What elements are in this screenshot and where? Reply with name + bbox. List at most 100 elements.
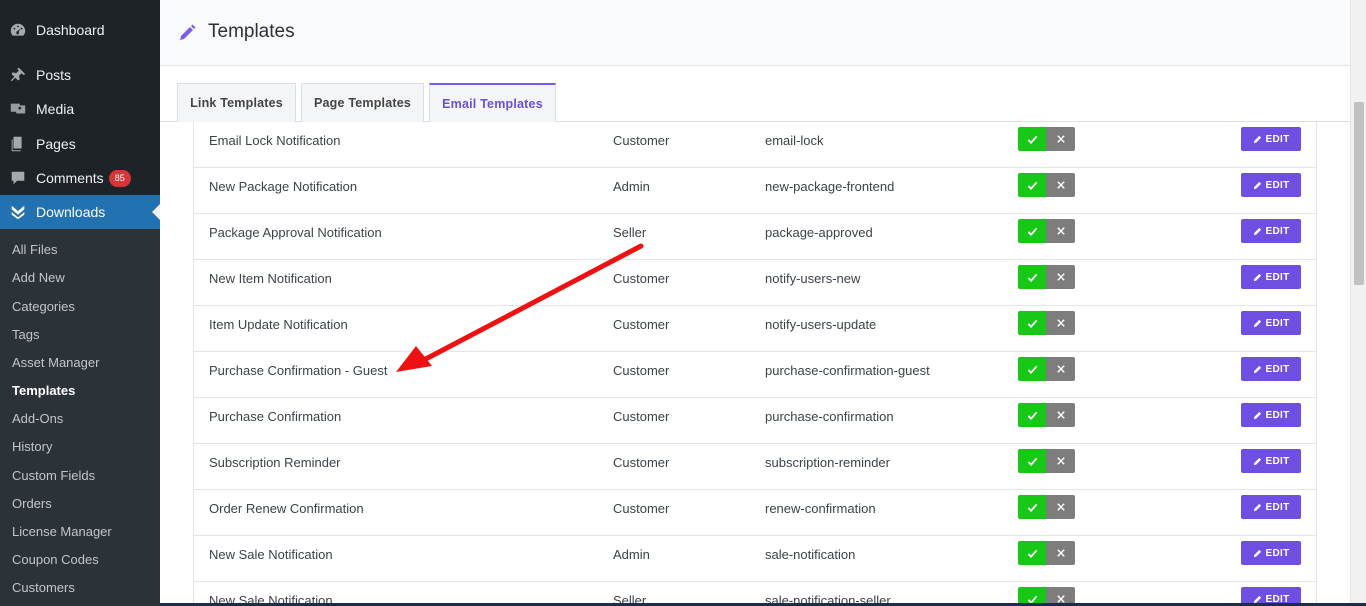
submenu-all-files[interactable]: All Files (12, 242, 58, 257)
template-name: New Sale Notification (209, 547, 333, 562)
enable-button[interactable] (1018, 495, 1046, 519)
template-name: Purchase Confirmation (209, 409, 342, 424)
downloads-submenu: All Files Add New Categories Tags Asset … (0, 229, 160, 606)
page-scrollbar[interactable] (1350, 0, 1366, 606)
status-toggle (1018, 219, 1075, 243)
disable-button[interactable] (1046, 311, 1075, 335)
edit-button[interactable]: EDIT (1241, 357, 1301, 381)
disable-button[interactable] (1046, 173, 1075, 197)
edit-button[interactable]: EDIT (1241, 127, 1301, 151)
edit-button[interactable]: EDIT (1241, 449, 1301, 473)
downloads-icon (0, 195, 36, 229)
tab-page-templates[interactable]: Page Templates (301, 83, 424, 122)
pencil-icon (1253, 411, 1261, 419)
close-icon (1056, 457, 1065, 465)
disable-button[interactable] (1046, 265, 1075, 289)
disable-button[interactable] (1046, 495, 1075, 519)
submenu-custom-fields[interactable]: Custom Fields (12, 468, 95, 483)
submenu-templates[interactable]: Templates (12, 383, 75, 398)
submenu-tags[interactable]: Tags (12, 327, 39, 342)
close-icon (1056, 135, 1065, 143)
status-toggle (1018, 265, 1075, 289)
pin-icon (0, 58, 36, 92)
template-id: notify-users-update (765, 317, 877, 332)
enable-button[interactable] (1018, 265, 1046, 289)
edit-button-label: EDIT (1265, 179, 1290, 191)
template-id: package-approved (765, 225, 873, 240)
status-toggle (1018, 403, 1075, 427)
submenu-coupon-codes[interactable]: Coupon Codes (12, 552, 99, 567)
comments-count-badge: 85 (108, 169, 131, 187)
menu-item-downloads[interactable]: Downloads (0, 195, 160, 229)
media-icon (0, 92, 36, 126)
edit-button[interactable]: EDIT (1241, 311, 1301, 335)
table-row: Package Approval Notification Seller packa… (194, 214, 1316, 260)
enable-button[interactable] (1018, 173, 1046, 197)
template-name: Item Update Notification (209, 317, 348, 332)
enable-button[interactable] (1018, 311, 1046, 335)
status-toggle (1018, 357, 1075, 381)
table-row: Item Update Notification Customer notify-u… (194, 306, 1316, 352)
enable-button[interactable] (1018, 357, 1046, 381)
edit-button[interactable]: EDIT (1241, 173, 1301, 197)
close-icon (1056, 319, 1065, 327)
enable-button[interactable] (1018, 127, 1046, 151)
menu-item-pages[interactable]: Pages (0, 127, 160, 161)
edit-button[interactable]: EDIT (1241, 495, 1301, 519)
check-icon (1027, 181, 1037, 190)
pencil-icon (1253, 319, 1261, 327)
table-row: Purchase Confirmation - Guest Customer pur… (194, 352, 1316, 398)
scrollbar-thumb[interactable] (1354, 102, 1364, 285)
enable-button[interactable] (1018, 403, 1046, 427)
edit-button[interactable]: EDIT (1241, 541, 1301, 565)
pencil-icon (177, 23, 197, 43)
admin-sidebar: Dashboard Posts Media Pages Comments 85 … (0, 0, 160, 606)
template-id: notify-users-new (765, 271, 861, 286)
edit-button[interactable]: EDIT (1241, 265, 1301, 289)
submenu-categories[interactable]: Categories (12, 299, 75, 314)
template-id: purchase-confirmation-guest (765, 363, 930, 378)
template-id: renew-confirmation (765, 501, 876, 516)
disable-button[interactable] (1046, 449, 1075, 473)
enable-button[interactable] (1018, 541, 1046, 565)
table-row: New Package Notification Admin new-package… (194, 168, 1316, 214)
submenu-history[interactable]: History (12, 439, 52, 454)
template-id: email-lock (765, 133, 824, 148)
menu-item-posts[interactable]: Posts (0, 58, 160, 92)
submenu-customers[interactable]: Customers (12, 580, 75, 595)
disable-button[interactable] (1046, 219, 1075, 243)
disable-button[interactable] (1046, 541, 1075, 565)
pencil-icon (1253, 549, 1261, 557)
tab-email-templates[interactable]: Email Templates (429, 83, 556, 123)
edit-button-label: EDIT (1265, 455, 1290, 467)
disable-button[interactable] (1046, 127, 1075, 151)
submenu-asset-manager[interactable]: Asset Manager (12, 355, 99, 370)
template-recipient: Customer (613, 133, 670, 148)
enable-button[interactable] (1018, 219, 1046, 243)
template-id: purchase-confirmation (765, 409, 894, 424)
disable-button[interactable] (1046, 357, 1075, 381)
pencil-icon (1253, 227, 1261, 235)
check-icon (1027, 457, 1037, 466)
submenu-license-manager[interactable]: License Manager (12, 524, 112, 539)
menu-item-comments[interactable]: Comments 85 (0, 161, 160, 195)
check-icon (1027, 135, 1037, 144)
tab-link-templates[interactable]: Link Templates (177, 83, 296, 122)
close-icon (1056, 227, 1065, 235)
menu-item-media[interactable]: Media (0, 92, 160, 126)
page-title: Templates (208, 21, 295, 42)
template-name: Subscription Reminder (209, 455, 341, 470)
template-name: Order Renew Confirmation (209, 501, 364, 516)
close-icon (1056, 273, 1065, 281)
submenu-orders[interactable]: Orders (12, 496, 52, 511)
menu-item-dashboard[interactable]: Dashboard (0, 13, 160, 47)
template-id: new-package-frontend (765, 179, 895, 194)
submenu-add-ons[interactable]: Add-Ons (12, 411, 63, 426)
enable-button[interactable] (1018, 449, 1046, 473)
edit-button[interactable]: EDIT (1241, 403, 1301, 427)
disable-button[interactable] (1046, 403, 1075, 427)
edit-button-label: EDIT (1265, 501, 1290, 513)
edit-button[interactable]: EDIT (1241, 219, 1301, 243)
close-icon (1056, 181, 1065, 189)
submenu-add-new[interactable]: Add New (12, 270, 65, 285)
